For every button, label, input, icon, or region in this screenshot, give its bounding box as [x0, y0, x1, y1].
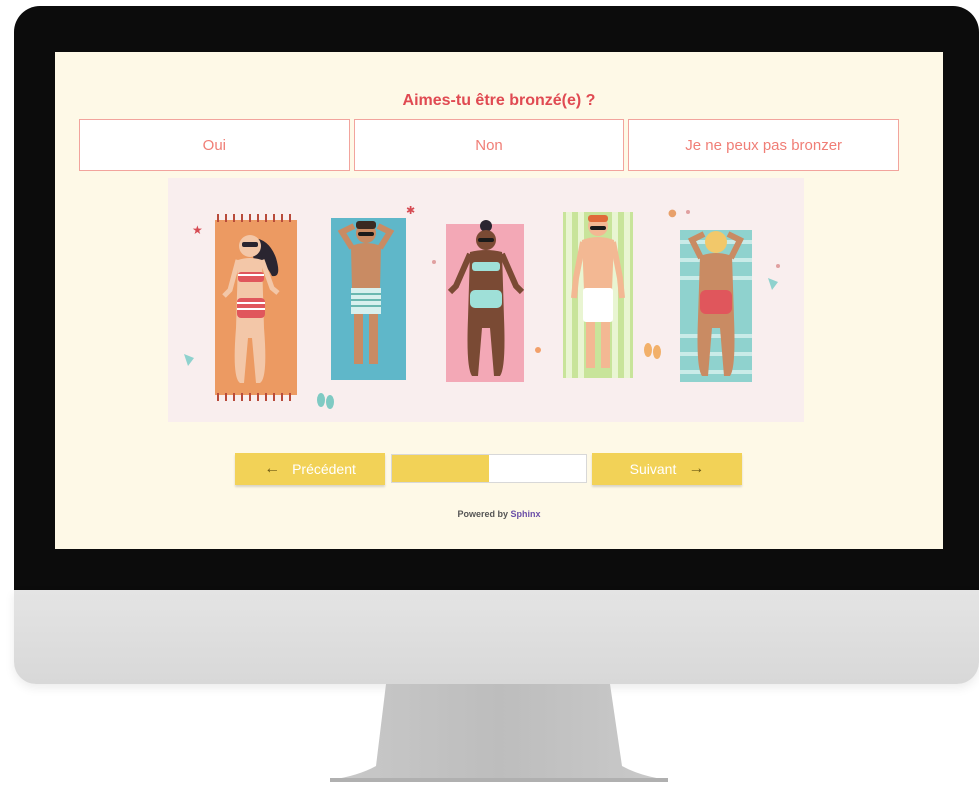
answer-choices: Oui Non Je ne peux pas bronzer: [79, 119, 900, 171]
sunbather-3: [446, 220, 525, 382]
arrow-right-icon: →: [688, 460, 705, 477]
choice-cannot-tan[interactable]: Je ne peux pas bronzer: [628, 119, 900, 171]
previous-button[interactable]: ← Précédent: [235, 453, 385, 485]
svg-text:✱: ✱: [406, 204, 415, 217]
sunbather-4: [563, 212, 633, 378]
question-title: Aimes-tu être bronzé(e) ?: [402, 92, 596, 109]
choice-non[interactable]: Non: [353, 119, 625, 171]
monitor-stand: [330, 684, 668, 782]
survey-screen: Aimes-tu être bronzé(e) ? Oui Non Je ne …: [55, 52, 943, 549]
beach-illustration: ★ ✱ ●: [168, 178, 804, 422]
sphinx-brand-link[interactable]: Sphinx: [511, 509, 541, 519]
monitor-chin: [14, 590, 979, 684]
svg-text:●: ●: [668, 208, 677, 219]
choice-oui[interactable]: Oui: [79, 119, 350, 171]
sunbather-1: [215, 214, 297, 401]
next-button[interactable]: Suivant →: [592, 453, 742, 485]
desktop-monitor-mockup: Aimes-tu être bronzé(e) ? Oui Non Je ne …: [0, 0, 979, 786]
svg-text:★: ★: [192, 223, 203, 237]
next-label: Suivant: [629, 461, 677, 477]
sunbather-5: [680, 230, 752, 382]
survey-navigation: ← Précédent Suivant →: [235, 453, 745, 485]
sunbathers-image: ★ ✱ ●: [184, 204, 780, 409]
powered-by-footer: Powered by Sphinx: [55, 509, 943, 519]
previous-label: Précédent: [292, 461, 356, 477]
arrow-left-icon: ←: [264, 460, 281, 477]
sunbather-2: [331, 218, 406, 380]
progress-fill: [392, 455, 489, 482]
progress-bar: [391, 454, 587, 483]
powered-by-text: Powered by: [457, 509, 508, 519]
